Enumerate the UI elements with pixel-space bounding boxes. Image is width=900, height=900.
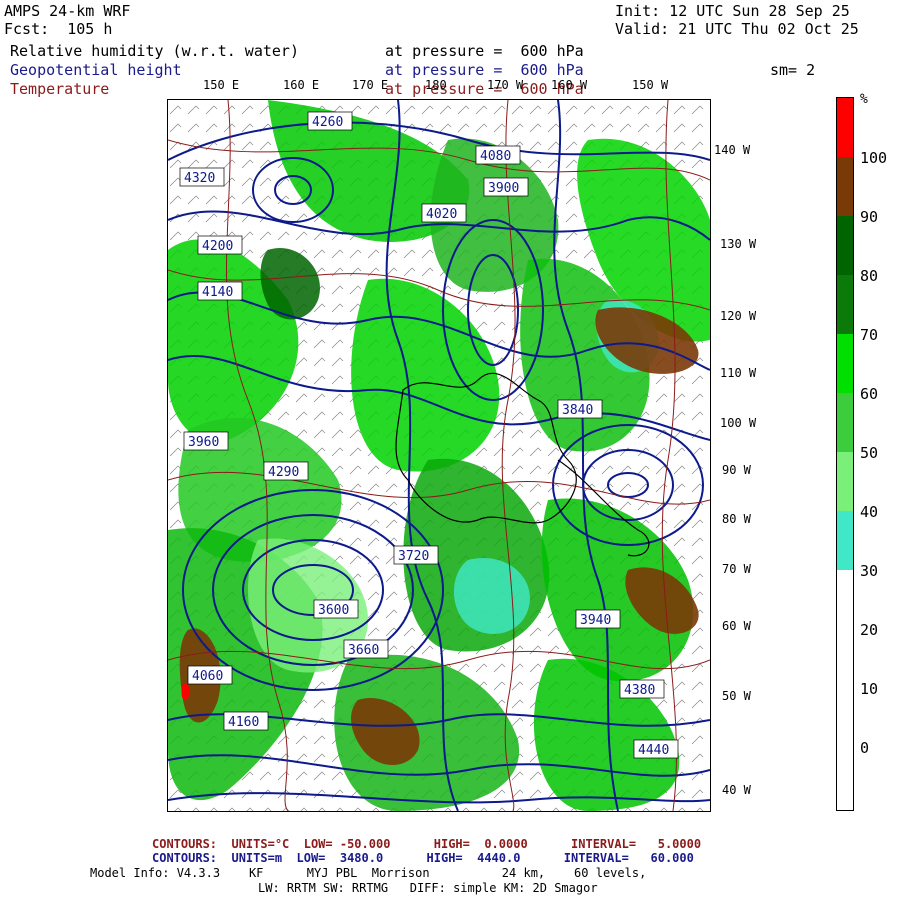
lon-label: 150 E (203, 78, 240, 92)
colorbar-segment (837, 157, 853, 216)
colorbar-label: 90 (860, 208, 879, 226)
colorbar (836, 97, 854, 811)
colorbar-label: 70 (860, 326, 879, 344)
height-label: 4160 (223, 711, 269, 731)
rh-height-temp-map: 4260 4320 4200 4080 4140 3900 4020 3840 … (168, 100, 710, 811)
lon-label: 170 W (487, 78, 524, 92)
svg-text:4020: 4020 (426, 207, 457, 222)
height-label: 3600 (313, 599, 359, 619)
colorbar-label: 30 (860, 562, 879, 580)
lat-label: 80 W (722, 512, 751, 526)
field3-name: Temperature (10, 80, 110, 98)
colorbar-label: 20 (860, 621, 879, 639)
colorbar-segment (837, 511, 853, 570)
lat-label: 110 W (720, 366, 757, 380)
lat-label: 140 W (714, 143, 751, 157)
height-label: 3820 (538, 402, 582, 420)
lat-label: 90 W (722, 463, 751, 477)
smoothing-label: sm= 2 (770, 61, 816, 79)
height-label: 4080 (475, 145, 521, 165)
height-label: 3940 (575, 609, 621, 629)
height-label: 4260 (307, 111, 353, 131)
model-info-physics: LW: RRTM SW: RRTMG DIFF: simple KM: 2D S… (258, 881, 598, 895)
colorbar-label: 50 (860, 444, 879, 462)
svg-text:3660: 3660 (348, 643, 379, 658)
height-label: 3780 (198, 434, 242, 452)
map-panel: 4260 4320 4200 4080 4140 3900 4020 3840 … (167, 99, 711, 812)
colorbar-label: 100 (860, 149, 888, 167)
temperature-contour-info: CONTOURS: UNITS=°C LOW= -50.000 HIGH= 0.… (152, 837, 702, 851)
svg-text:3600: 3600 (318, 603, 349, 618)
svg-text:4260: 4260 (312, 115, 343, 130)
colorbar-segment (837, 452, 853, 511)
svg-text:4200: 4200 (202, 239, 233, 254)
svg-text:4320: 4320 (184, 171, 215, 186)
colorbar-segment (837, 98, 853, 157)
svg-text:3720: 3720 (398, 549, 429, 564)
lon-label: 170 E (352, 78, 389, 92)
lat-label: 40 W (722, 783, 751, 797)
lon-label: 160 W (551, 78, 588, 92)
height-label: 4320 (179, 167, 225, 187)
lat-label: 130 W (720, 237, 757, 251)
colorbar-label: 80 (860, 267, 879, 285)
lon-label: 160 E (283, 78, 320, 92)
lat-label: 70 W (722, 562, 751, 576)
field1-name: Relative humidity (w.r.t. water) (10, 42, 299, 60)
lat-label: 120 W (720, 309, 757, 323)
field1-level: at pressure = 600 hPa (385, 42, 584, 60)
valid-time: Valid: 21 UTC Thu 02 Oct 25 (615, 20, 859, 38)
field2-level: at pressure = 600 hPa (385, 61, 584, 79)
lon-label: 180 (425, 78, 447, 92)
height-label: 4200 (197, 235, 243, 255)
lon-label: 150 W (632, 78, 669, 92)
svg-text:4160: 4160 (228, 715, 259, 730)
colorbar-segment (837, 570, 853, 810)
init-time: Init: 12 UTC Sun 28 Sep 25 (615, 2, 850, 20)
lat-label: 50 W (722, 689, 751, 703)
colorbar-unit: % (860, 92, 868, 107)
height-label: 4290 (263, 461, 309, 481)
height-contour-info: CONTOURS: UNITS=m LOW= 3480.0 HIGH= 4440… (152, 851, 694, 865)
height-label: 4440 (633, 739, 679, 759)
height-label: 4140 (197, 281, 243, 301)
colorbar-segment (837, 393, 853, 452)
svg-text:4080: 4080 (480, 149, 511, 164)
svg-text:4060: 4060 (192, 669, 223, 684)
colorbar-label: 10 (860, 680, 879, 698)
svg-text:4140: 4140 (202, 285, 233, 300)
forecast-hour: Fcst: 105 h (4, 20, 113, 38)
svg-text:4290: 4290 (268, 465, 299, 480)
lat-label: 100 W (720, 416, 757, 430)
svg-text:3900: 3900 (488, 181, 519, 196)
colorbar-label: 40 (860, 503, 879, 521)
height-label: 3660 (343, 639, 389, 659)
svg-text:4380: 4380 (624, 683, 655, 698)
height-label: 4020 (421, 203, 467, 223)
height-label: 3720 (393, 545, 439, 565)
colorbar-segment (837, 275, 853, 334)
model-info: Model Info: V4.3.3 KF MYJ PBL Morrison 2… (90, 866, 647, 880)
colorbar-label: 0 (860, 739, 870, 757)
field2-name: Geopotential height (10, 61, 182, 79)
colorbar-label: 60 (860, 385, 879, 403)
height-label: 4060 (187, 665, 233, 685)
colorbar-segment (837, 334, 853, 393)
svg-text:3940: 3940 (580, 613, 611, 628)
lat-label: 60 W (722, 619, 751, 633)
svg-text:4440: 4440 (638, 743, 669, 758)
height-label: 3900 (483, 177, 529, 197)
height-label: 4380 (619, 679, 665, 699)
colorbar-segment (837, 216, 853, 275)
model-title: AMPS 24-km WRF (4, 2, 131, 20)
